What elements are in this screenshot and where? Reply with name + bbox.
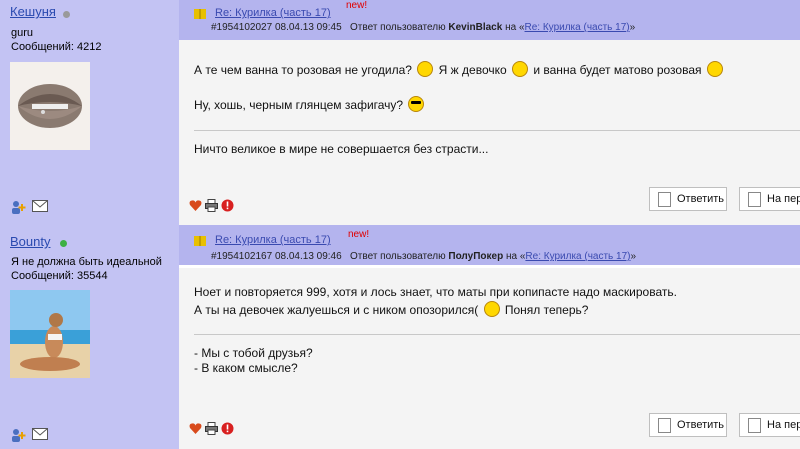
smiley-icon (483, 301, 500, 317)
reply-end: » (630, 251, 637, 262)
reply-on-label: на « (505, 22, 525, 33)
reply-on-label: на « (505, 251, 526, 262)
signature: Ничто великое в мире не совершается без … (194, 142, 489, 156)
forum-post: Bounty Я не должна быть идеальной Сообще… (0, 225, 800, 449)
post-text-line: А ты на девочек жалуешься и с ником опоз… (194, 301, 588, 318)
post-header: Re: Курилка (часть 17) new! #1954102027 … (179, 0, 800, 40)
cool-smiley-icon (408, 96, 425, 112)
post-header: Re: Курилка (часть 17) new! #1954102167 … (179, 225, 800, 265)
smiley-icon (706, 61, 723, 77)
post-actions (189, 422, 234, 435)
post-actions (189, 199, 234, 212)
post-title-link[interactable]: Re: Курилка (часть 17) (215, 234, 331, 246)
signature-line: - В каком смысле? (194, 361, 298, 375)
quote-icon (748, 417, 761, 433)
post-text-line: Ну, хошь, черным глянцем зафигачу? (194, 96, 426, 113)
offline-status-icon (63, 11, 70, 18)
add-friend-icon[interactable] (10, 428, 26, 445)
quote-icon (748, 191, 761, 207)
reply-thread-link[interactable]: Re: Курилка (часть 17) (525, 22, 630, 33)
warning-icon[interactable] (221, 422, 234, 435)
username-link[interactable]: Кешуня (10, 4, 56, 19)
user-rank: guru (11, 27, 34, 39)
user-rank: Я не должна быть идеальной (11, 256, 162, 268)
reply-user[interactable]: KevinBlack (448, 22, 502, 33)
username-link[interactable]: Bounty (10, 234, 50, 249)
text-segment: Понял теперь? (504, 303, 589, 317)
post-body: Ноет и повторяется 999, хотя и лось знае… (179, 268, 800, 449)
avatar (10, 62, 90, 150)
signature-divider (194, 334, 800, 335)
post-title-link[interactable]: Re: Курилка (часть 17) (215, 7, 331, 19)
user-sidebar: Bounty Я не должна быть идеальной Сообще… (0, 225, 179, 449)
book-icon (194, 235, 206, 246)
text-segment: А ты на девочек жалуешься и с ником опоз… (194, 303, 479, 317)
add-friend-icon[interactable] (10, 200, 26, 217)
text-segment: и ванна будет матово розовая (533, 63, 702, 77)
heart-icon[interactable] (189, 422, 202, 435)
reply-button-label: Ответить (677, 419, 725, 431)
mail-icon[interactable] (32, 200, 48, 217)
message-count: Сообщений: 35544 (11, 270, 108, 282)
reply-to-label: Ответ пользователю (350, 251, 446, 262)
print-icon[interactable] (205, 199, 218, 212)
smiley-icon (512, 61, 529, 77)
text-segment: А те чем ванна то розовая не угодила? (194, 63, 412, 77)
reply-end: » (629, 22, 636, 33)
reply-icon (658, 417, 671, 433)
reply-button[interactable]: Ответить (649, 413, 727, 437)
online-status-icon (60, 240, 67, 247)
new-badge: new! (348, 229, 370, 240)
post-text-line: А те чем ванна то розовая не угодила? Я … (194, 61, 725, 78)
post-body: А те чем ванна то розовая не угодила? Я … (179, 40, 800, 225)
reply-icon (658, 191, 671, 207)
user-sidebar: Кешуня guru Сообщений: 4212 (0, 0, 179, 225)
quote-button[interactable]: На перв (739, 413, 800, 437)
signature-divider (194, 130, 800, 131)
warning-icon[interactable] (221, 199, 234, 212)
text-segment: Ну, хошь, черным глянцем зафигачу? (194, 98, 404, 112)
post-number[interactable]: #1954102167 08.04.13 09:46 (211, 251, 342, 262)
post-meta: #1954102027 08.04.13 09:45 Ответ пользов… (211, 22, 635, 33)
forum-post: Кешуня guru Сообщений: 4212 Re: Курилка … (0, 0, 800, 225)
heart-icon[interactable] (189, 199, 202, 212)
post-meta: #1954102167 08.04.13 09:46 Ответ пользов… (211, 251, 636, 262)
reply-thread-link[interactable]: Re: Курилка (часть 17) (525, 251, 630, 262)
reply-button[interactable]: Ответить (649, 187, 727, 211)
book-icon (194, 8, 206, 19)
post-text-line: Ноет и повторяется 999, хотя и лось знае… (194, 285, 677, 299)
quote-button[interactable]: На перв (739, 187, 800, 211)
signature-line: - Мы с тобой друзья? (194, 346, 313, 360)
print-icon[interactable] (205, 422, 218, 435)
reply-user[interactable]: ПолуПокер (448, 251, 503, 262)
post-number[interactable]: #1954102027 08.04.13 09:45 (211, 22, 342, 33)
smiley-icon (417, 61, 434, 77)
quote-button-label: На перв (767, 193, 800, 205)
avatar (10, 290, 90, 378)
quote-button-label: На перв (767, 419, 800, 431)
message-count: Сообщений: 4212 (11, 41, 102, 53)
new-badge: new! (346, 0, 368, 11)
mail-icon[interactable] (32, 428, 48, 445)
text-segment: Я ж девочко (438, 63, 507, 77)
reply-to-label: Ответ пользователю (350, 22, 446, 33)
reply-button-label: Ответить (677, 193, 725, 205)
